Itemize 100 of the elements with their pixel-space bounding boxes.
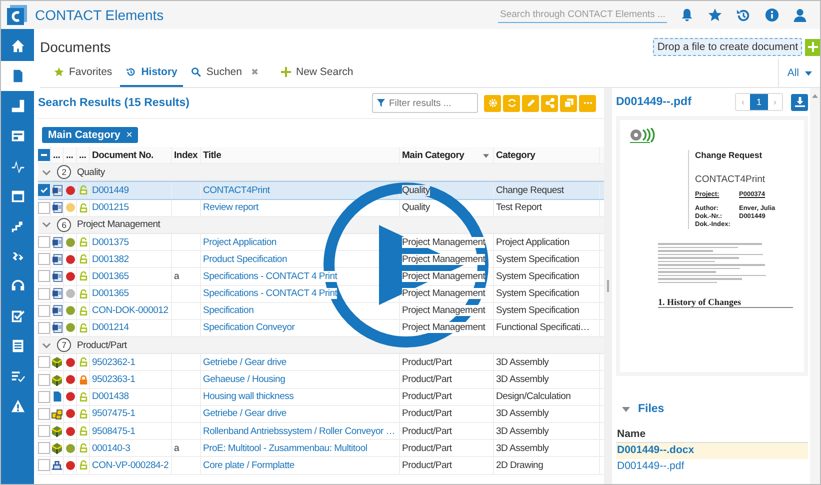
group-row[interactable]: 2 Quality <box>38 164 604 182</box>
row-checkbox[interactable] <box>38 322 50 334</box>
title-link[interactable]: Getriebe / Gear drive <box>203 356 286 368</box>
document-number-link[interactable]: D001382 <box>92 254 129 265</box>
row-checkbox[interactable] <box>38 184 50 196</box>
table-row[interactable]: CON-DOK-000012 Specification Project Management System Specification <box>38 302 604 320</box>
row-checkbox[interactable] <box>38 408 50 420</box>
title-link[interactable]: Project Application <box>203 236 276 248</box>
close-tab-button[interactable]: ✖ <box>251 67 259 77</box>
filter-field[interactable]: Filter results ... <box>372 93 478 113</box>
refresh-button[interactable] <box>503 94 520 112</box>
tab[interactable]: New Search <box>275 59 360 87</box>
download-button[interactable] <box>791 94 808 110</box>
row-checkbox[interactable] <box>38 374 50 386</box>
column-header[interactable]: Index <box>174 150 198 161</box>
title-link[interactable]: ProE: Multitool - Zusammenbau: Multitool <box>203 442 368 454</box>
row-checkbox[interactable] <box>38 270 50 282</box>
play-button[interactable] <box>321 180 491 350</box>
table-row[interactable]: D001449 CONTACT4Print Quality Change Request <box>38 181 604 200</box>
column-header[interactable]: Document No. <box>92 150 154 161</box>
collapse-icon[interactable] <box>622 406 630 412</box>
document-number-link[interactable]: 9502363-1 <box>92 374 136 386</box>
main-category-cell: Quality <box>402 184 430 196</box>
document-number-link[interactable]: D001215 <box>92 202 129 214</box>
user-icon[interactable] <box>793 8 807 22</box>
search-field[interactable]: Search through CONTACT Elements ... <box>498 7 667 23</box>
stairs-icon <box>10 219 24 233</box>
table-row[interactable]: 9508475-1 Rollenband Antriebssystem / Roller Conveyor … Product/Part 3D Assembly <box>38 423 604 440</box>
main-category-cell: Product/Part <box>402 408 452 420</box>
title-link[interactable]: Housing wall thickness <box>203 391 294 402</box>
row-checkbox[interactable] <box>38 288 50 300</box>
tab[interactable]: History <box>120 59 184 87</box>
title-link[interactable]: Gehaeuse / Housing <box>203 374 286 386</box>
scope-dropdown[interactable]: All <box>778 59 820 87</box>
row-checkbox[interactable] <box>38 425 50 438</box>
splitter-handle[interactable] <box>607 280 609 292</box>
row-checkbox[interactable] <box>38 356 50 368</box>
document-number-link[interactable]: D001449 <box>92 184 129 196</box>
column-header[interactable]: Category <box>496 150 536 161</box>
table-row[interactable]: 9502363-1 Gehaeuse / Housing Product/Part 3D Assembly <box>38 371 604 389</box>
row-checkbox[interactable] <box>38 253 50 266</box>
row-checkbox[interactable] <box>38 390 50 403</box>
tab[interactable]: Suchen ✖ <box>185 59 273 87</box>
document-number-link[interactable]: D001365 <box>92 270 129 282</box>
sort-icon[interactable] <box>483 154 489 158</box>
title-link[interactable]: Specifications - CONTACT 4 Print <box>203 270 338 282</box>
pencil-button[interactable] <box>522 94 539 112</box>
title-link[interactable]: Rollenband Antriebssystem / Roller Conveyor … <box>203 426 396 437</box>
info-icon[interactable] <box>765 8 779 22</box>
group-row[interactable]: 7 Product/Part <box>38 337 604 354</box>
document-number-link[interactable]: 9502362-1 <box>92 356 136 368</box>
title-link[interactable]: CONTACT4Print <box>203 184 270 196</box>
table-row[interactable]: 9502362-1 Getriebe / Gear drive Product/Part 3D Assembly <box>38 354 604 372</box>
column-header[interactable]: Title <box>203 150 222 161</box>
title-link[interactable]: Review report <box>203 202 258 214</box>
title-link[interactable]: Getriebe / Gear drive <box>203 408 286 420</box>
title-link[interactable]: Product Specification <box>203 254 287 265</box>
document-number-link[interactable]: D001375 <box>92 236 129 248</box>
share-icon <box>544 98 554 108</box>
document-number-link[interactable]: 000140-3 <box>92 442 130 454</box>
bell-icon[interactable] <box>680 8 694 22</box>
scroll-up-icon[interactable] <box>812 94 818 98</box>
row-checkbox[interactable] <box>38 442 50 454</box>
table-row[interactable]: D001438 Housing wall thickness Product/Part Design/Calculation <box>38 388 604 406</box>
document-number-link[interactable]: CON-DOK-000012 <box>92 305 168 316</box>
document-number-link[interactable]: D001214 <box>92 322 129 334</box>
copy-button[interactable] <box>560 94 577 112</box>
column-header[interactable]: Main Category <box>402 150 464 161</box>
tab[interactable]: Favorites <box>48 59 118 87</box>
check-icon <box>10 309 24 323</box>
table-row[interactable]: 000140-3 a ProE: Multitool - Zusammenbau: Multitool Product/Part 3D Assembly <box>38 440 604 458</box>
filter-chip[interactable]: Main Category × <box>42 127 138 143</box>
document-number-link[interactable]: D001438 <box>92 391 129 402</box>
sidebar-item[interactable] <box>1 61 34 91</box>
row-checkbox[interactable] <box>38 459 50 472</box>
select-all-checkbox[interactable] <box>38 149 50 162</box>
document-number-link[interactable]: 9508475-1 <box>92 426 136 437</box>
page-number-button[interactable]: 1 <box>750 94 768 110</box>
row-checkbox[interactable] <box>38 236 50 248</box>
title-link[interactable]: Specification <box>203 305 254 316</box>
gear-button[interactable] <box>484 94 501 112</box>
row-checkbox[interactable] <box>38 304 50 317</box>
title-link[interactable]: Specification Conveyor <box>203 322 295 334</box>
document-number-link[interactable]: D001365 <box>92 288 129 300</box>
file-link[interactable]: D001449--.pdf <box>616 459 808 475</box>
row-checkbox[interactable] <box>38 202 50 214</box>
table-row[interactable]: 9507475-1 Getriebe / Gear drive Product/Part 3D Assembly <box>38 406 604 423</box>
drop-zone[interactable]: Drop a file to create document <box>653 38 802 56</box>
share-button[interactable] <box>541 94 558 112</box>
document-number-link[interactable]: CON-VP-000284-2 <box>92 460 169 471</box>
star-icon[interactable] <box>708 8 722 22</box>
more-button[interactable] <box>579 94 596 112</box>
table-row[interactable]: CON-VP-000284-2 Core plate / Formplatte Product/Part 2D Drawing <box>38 457 604 475</box>
document-number-link[interactable]: 9507475-1 <box>92 408 136 420</box>
file-link[interactable]: D001449--.docx <box>616 443 808 459</box>
history-icon[interactable] <box>736 8 751 22</box>
add-button[interactable] <box>805 38 820 56</box>
category-cell: 3D Assembly <box>496 426 549 437</box>
title-link[interactable]: Specifications - CONTACT 4 Print <box>203 288 338 300</box>
title-link[interactable]: Core plate / Formplatte <box>203 460 294 471</box>
